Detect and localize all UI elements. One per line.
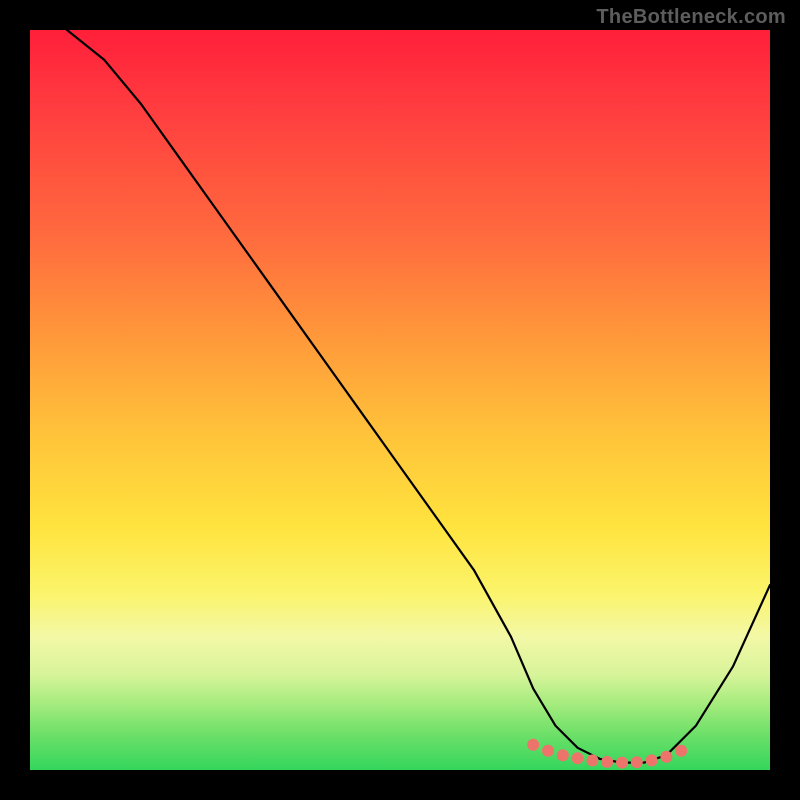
optimal-dot	[646, 754, 658, 766]
curve-layer	[30, 30, 770, 770]
optimal-dot	[586, 754, 598, 766]
optimal-dot	[601, 756, 613, 768]
bottleneck-curve	[67, 30, 770, 763]
optimal-dot	[616, 757, 628, 769]
optimal-dot	[557, 749, 569, 761]
optimal-range-markers	[527, 739, 687, 769]
optimal-dot	[675, 745, 687, 757]
optimal-dot	[572, 752, 584, 764]
chart-frame: TheBottleneck.com	[0, 0, 800, 800]
watermark-text: TheBottleneck.com	[596, 6, 786, 29]
optimal-dot	[542, 745, 554, 757]
optimal-dot	[527, 739, 539, 751]
plot-area	[30, 30, 770, 770]
optimal-dot	[631, 756, 643, 768]
optimal-dot	[660, 751, 672, 763]
